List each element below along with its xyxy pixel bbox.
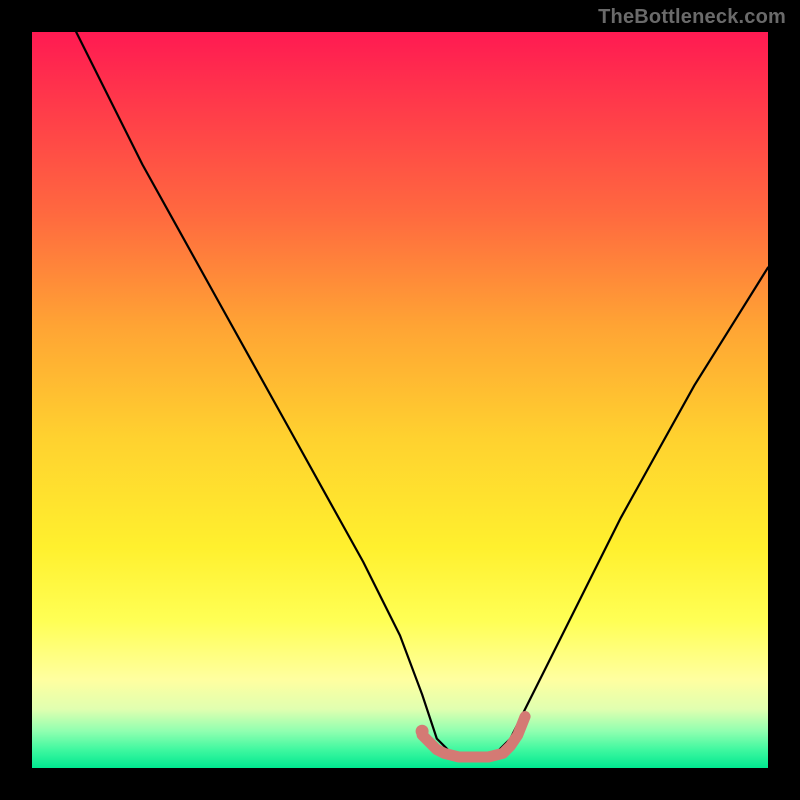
attribution-text: TheBottleneck.com bbox=[598, 6, 786, 29]
chart-svg bbox=[32, 32, 768, 768]
optimal-range-marker bbox=[422, 717, 525, 758]
plot-area bbox=[32, 32, 768, 768]
bottleneck-curve bbox=[76, 32, 768, 761]
chart-frame: TheBottleneck.com bbox=[0, 0, 800, 800]
optimal-start-dot bbox=[416, 725, 429, 738]
